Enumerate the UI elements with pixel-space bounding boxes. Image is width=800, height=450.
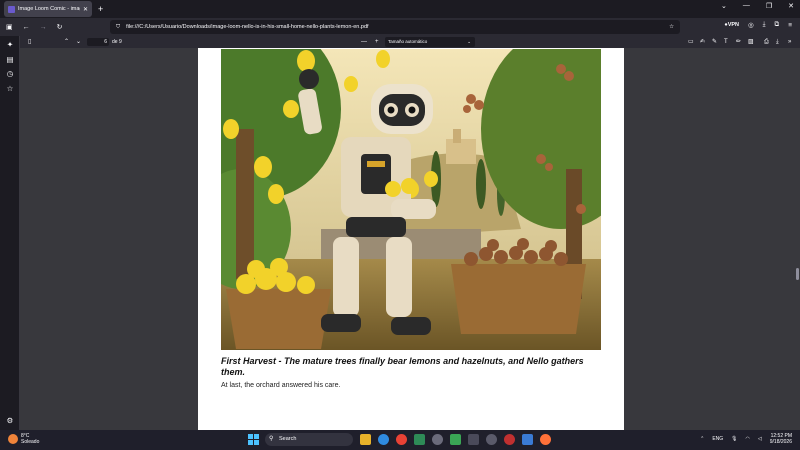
- weather-text: 8°C Soleado: [21, 433, 39, 445]
- taskbar-search[interactable]: ⚲ Search: [265, 433, 353, 446]
- spreadsheet-icon[interactable]: [450, 434, 461, 445]
- clock[interactable]: 12:52 PM 9/18/2026: [770, 433, 792, 445]
- close-window-icon[interactable]: ✕: [788, 2, 794, 10]
- tray-overflow-icon[interactable]: ⌃: [700, 436, 704, 442]
- file-explorer-icon[interactable]: [360, 434, 371, 445]
- window-controls: ⌄ — ❐ ✕: [721, 2, 794, 10]
- zoom-chevron-icon: ⌄: [467, 39, 471, 44]
- previous-page-icon[interactable]: ⌃: [64, 37, 69, 47]
- clock-date: 9/18/2026: [769, 439, 792, 445]
- notification-app-icon[interactable]: [504, 434, 515, 445]
- account-icon[interactable]: ◎: [748, 21, 754, 29]
- page-info-icon[interactable]: ⛉: [116, 24, 120, 31]
- image-tool-icon[interactable]: ▨: [748, 37, 754, 47]
- search-icon: ⚲: [269, 436, 274, 442]
- url-bar[interactable]: ⛉ file:///C:/Users/Usuario/Downloads/ima…: [110, 20, 680, 34]
- weather-sun-icon: [8, 434, 18, 444]
- weather-desc: Soleado: [21, 439, 40, 445]
- nav-bar: ▣ ← → ↻ ⛉ file:///C:/Users/Usuario/Downl…: [0, 18, 800, 36]
- bookmarks-icon[interactable]: ☆: [5, 84, 15, 94]
- comic-illustration: [221, 49, 601, 350]
- browser-sidebar: ✦ ▤ ◷ ☆ ⚙: [0, 36, 20, 430]
- comment-icon[interactable]: ▭: [688, 37, 694, 47]
- wifi-icon[interactable]: ◠: [746, 436, 750, 442]
- system-tray: ⌃ ENG 🎙 ◠ ◁ 12:52 PM 9/18/2026: [700, 433, 792, 445]
- close-tab-icon[interactable]: ✕: [83, 6, 88, 13]
- microphone-icon[interactable]: 🎙: [731, 436, 737, 442]
- settings-app-icon[interactable]: [432, 434, 443, 445]
- page-total: de 9: [112, 39, 122, 45]
- pdf-viewer[interactable]: First Harvest - The mature trees finally…: [20, 48, 800, 430]
- photos-app-icon[interactable]: [522, 434, 533, 445]
- globe-app-icon[interactable]: [486, 434, 497, 445]
- search-placeholder: Search: [279, 436, 297, 442]
- zoom-select[interactable]: Tamaño automático ⌄: [385, 37, 475, 47]
- monitor-app-icon[interactable]: [468, 434, 479, 445]
- pdf-page: First Harvest - The mature trees finally…: [198, 48, 624, 430]
- tab-title: Image Loom Comic - image-lo: [18, 6, 80, 12]
- vpn-button[interactable]: ●VPN: [724, 22, 739, 28]
- windows-taskbar: 8°C Soleado ⚲ Search ⌃ ENG 🎙 ◠ ◁ 12:52 P…: [0, 430, 800, 450]
- sidebar-toggle-icon[interactable]: ▣: [6, 23, 13, 31]
- tab-strip: Image Loom Comic - image-lo ✕ + ⌄ — ❐ ✕: [0, 0, 800, 18]
- page-number-input[interactable]: 6: [87, 38, 109, 46]
- edge-icon[interactable]: [378, 434, 389, 445]
- firefox-icon[interactable]: [540, 434, 551, 445]
- save-pdf-icon[interactable]: ⤓: [776, 37, 779, 47]
- signature-icon[interactable]: ✍: [700, 37, 705, 47]
- bookmark-star-icon[interactable]: ☆: [669, 24, 674, 30]
- synced-tabs-icon[interactable]: ▤: [5, 55, 15, 65]
- pdf-toolbar: ▯ ⌃ ⌄ 6 de 9 — + Tamaño automático ⌄ ▭ ✍ …: [20, 36, 800, 48]
- caption-body: At last, the orchard answered his care.: [221, 382, 341, 389]
- forward-icon[interactable]: →: [40, 24, 47, 31]
- menu-icon[interactable]: ≡: [788, 22, 792, 29]
- extensions-icon[interactable]: ⧉: [775, 21, 780, 29]
- orchard-robot-image: [221, 49, 601, 350]
- start-windows-icon[interactable]: [248, 434, 259, 445]
- reload-icon[interactable]: ↻: [57, 23, 63, 31]
- next-page-icon[interactable]: ⌄: [76, 37, 81, 47]
- settings-gear-icon[interactable]: ⚙: [5, 416, 15, 426]
- pdf-favicon-icon: [8, 5, 15, 13]
- back-icon[interactable]: ←: [23, 24, 30, 31]
- maximize-icon[interactable]: ❐: [766, 2, 772, 10]
- tools-menu-icon[interactable]: »: [788, 37, 791, 47]
- minimize-icon[interactable]: —: [743, 2, 750, 10]
- tab-active[interactable]: Image Loom Comic - image-lo ✕: [4, 1, 92, 17]
- highlight-icon[interactable]: ✎: [712, 37, 717, 47]
- vpn-label: VPN: [727, 22, 739, 28]
- draw-icon[interactable]: ✏: [736, 37, 741, 47]
- scrollbar-thumb[interactable]: [796, 268, 799, 280]
- download-icon[interactable]: ⤓: [763, 21, 766, 29]
- caption-title: First Harvest - The mature trees finally…: [221, 356, 584, 377]
- text-tool-icon[interactable]: T: [724, 37, 728, 47]
- tab-list-icon[interactable]: ⌄: [721, 2, 727, 10]
- nav-right-tools: ●VPN ◎ ⤓ ⧉ ≡: [724, 21, 792, 29]
- new-tab-icon[interactable]: +: [98, 4, 103, 14]
- url-text[interactable]: file:///C:/Users/Usuario/Downloads/image…: [126, 24, 663, 30]
- language-indicator[interactable]: ENG: [712, 436, 723, 442]
- history-icon[interactable]: ◷: [5, 69, 15, 79]
- zoom-out-icon[interactable]: —: [361, 37, 367, 47]
- zoom-value: Tamaño automático: [388, 39, 428, 44]
- terminal-icon[interactable]: [414, 434, 425, 445]
- volume-icon[interactable]: ◁: [758, 436, 762, 442]
- chrome-icon[interactable]: [396, 434, 407, 445]
- toggle-sidebar-icon[interactable]: ▯: [28, 37, 31, 47]
- ai-chat-icon[interactable]: ✦: [5, 40, 15, 50]
- weather-widget[interactable]: 8°C Soleado: [8, 433, 39, 445]
- print-icon[interactable]: ⎙: [764, 37, 769, 47]
- zoom-in-icon[interactable]: +: [375, 37, 379, 47]
